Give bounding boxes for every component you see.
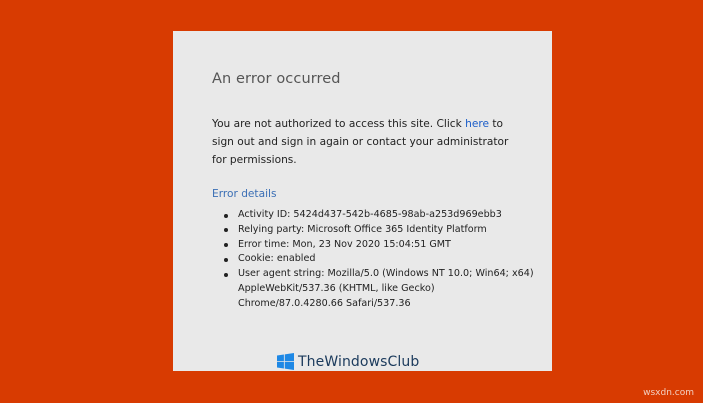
detail-error-time: Error time: Mon, 23 Nov 2020 15:04:51 GM… [212, 238, 542, 253]
watermark-text: TheWindowsClub [298, 353, 420, 370]
detail-cookie: Cookie: enabled [212, 252, 542, 267]
sign-out-link[interactable]: here [465, 118, 489, 130]
detail-activity-id: Activity ID: 5424d437-542b-4685-98ab-a25… [212, 208, 542, 223]
error-details-link[interactable]: Error details [212, 188, 276, 200]
error-details-list: Activity ID: 5424d437-542b-4685-98ab-a25… [212, 208, 542, 312]
windows-logo-icon [277, 353, 294, 370]
watermark: TheWindowsClub [277, 353, 419, 370]
error-message: You are not authorized to access this si… [212, 115, 512, 169]
error-card: An error occurred You are not authorized… [173, 31, 552, 371]
page-title: An error occurred [212, 71, 341, 87]
corner-watermark: wsxdn.com [643, 388, 694, 398]
detail-relying-party: Relying party: Microsoft Office 365 Iden… [212, 223, 542, 238]
detail-user-agent: User agent string: Mozilla/5.0 (Windows … [212, 267, 542, 311]
message-text-before: You are not authorized to access this si… [212, 118, 466, 130]
